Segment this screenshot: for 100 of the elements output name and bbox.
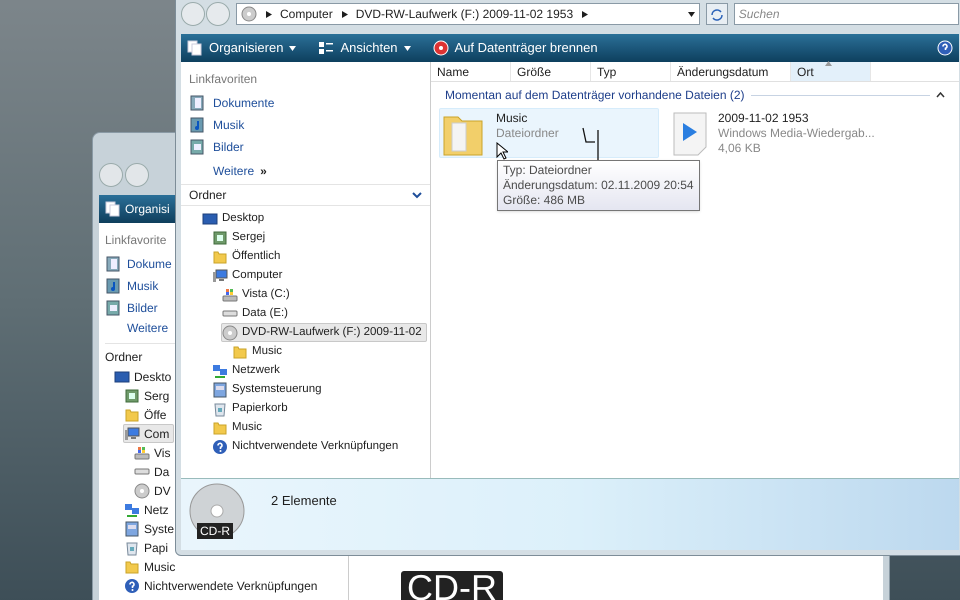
tree-item[interactable]: Öffe [123,405,172,424]
control-panel-icon [124,520,140,536]
disc-icon [222,324,238,340]
control-panel-icon [212,382,228,398]
tree-item[interactable]: Netzwerk [211,361,285,380]
tree-item[interactable]: Syste [123,519,180,538]
section-title: Linkfavoriten [189,71,258,88]
tree-item[interactable]: Nichtverwendete Verknüpfungen [211,437,404,456]
section-title: Ordner [189,187,226,204]
refresh-button[interactable] [706,3,728,25]
search-field[interactable]: Suchen [734,3,959,25]
help-icon[interactable] [937,40,953,56]
disc-icon [134,482,150,498]
toolbar-button[interactable]: Auf Datenträger brennen [454,38,598,58]
chevron-icon [340,10,348,18]
favorite-link[interactable]: Dokume [127,255,172,273]
pictures-icon [189,139,205,155]
tree-item[interactable]: Systemsteuerung [211,380,326,399]
documents-icon [105,256,121,272]
tooltip-line: Typ: Dateiordner [503,163,593,178]
section-title: Linkfavorite [105,233,166,247]
pages-icon [187,40,203,56]
double-chevron[interactable]: » [260,162,267,180]
tree-item[interactable]: Da [133,462,174,481]
file-name: Music [496,111,528,126]
address-bar[interactable]: Computer DVD-RW-Laufwerk (F:) 2009-11-02 1953 [236,3,700,25]
tree-item[interactable]: Music [211,418,268,437]
music-icon [189,117,205,133]
monitor-icon [114,368,130,384]
file-item[interactable]: Music Dateiordner [439,108,659,158]
help-icon [124,578,140,594]
favorite-link[interactable]: Musik [127,277,158,295]
help-icon [212,438,228,454]
views-icon [318,40,334,56]
tree-item[interactable]: Netz [123,500,174,519]
documents-icon [189,95,205,111]
breadcrumb[interactable]: Computer [280,5,333,23]
refresh-icon [710,8,724,22]
windows-drive-icon [222,286,238,302]
disc-icon [241,6,257,22]
favorite-link[interactable]: Dokumente [213,94,274,112]
tooltip-line: Änderungsdatum: 02.11.2009 20:54 [503,178,694,193]
music-icon [105,278,121,294]
media-file-icon [672,111,708,157]
pages-icon [105,201,121,217]
folder-icon [212,420,228,436]
column-header[interactable]: Typ [591,62,671,81]
tree-item[interactable]: Music [231,342,288,361]
sort-arrow-icon [825,60,832,67]
tree-item[interactable]: Serg [123,386,174,405]
favorite-link[interactable]: Musik [213,116,244,134]
chevron-icon [265,10,272,18]
tree-item[interactable]: Öffentlich [211,247,286,266]
favorite-link[interactable]: Bilder [127,299,158,317]
network-icon [124,502,140,518]
cursor-icon [496,142,508,160]
column-header[interactable]: Größe [511,62,591,81]
chevron-down-icon[interactable] [412,191,422,199]
tree-item[interactable]: Papi [123,538,174,557]
toolbar-button[interactable]: Organisi [125,200,170,218]
collapse-icon[interactable] [936,92,945,98]
tree-item[interactable]: Computer [211,266,288,285]
recycle-bin-icon [212,400,228,416]
burn-icon [432,40,449,56]
tree-item[interactable]: Nichtverwendete Verknüpfungen [123,576,322,595]
tree-item[interactable]: Vista (C:) [221,285,295,304]
tree-item[interactable]: DV [133,481,176,500]
computer-icon [124,426,140,442]
pictures-icon [105,300,121,316]
tree-item[interactable]: Deskto [113,367,176,386]
tree-item[interactable]: Desktop [201,209,270,228]
tree-item[interactable]: DVD-RW-Laufwerk (F:) 2009-11-02 [221,323,427,342]
item-count: 2 Elemente [271,492,337,510]
folder-icon [124,558,140,574]
chevron-icon [581,10,588,18]
column-header[interactable]: Name [431,62,511,81]
toolbar-button[interactable]: Ansichten [340,38,398,58]
tree-item[interactable]: Music [123,557,180,576]
folder-icon [212,248,228,264]
network-icon [212,362,228,378]
tree-item[interactable]: Com [123,424,174,443]
user-folder-icon [212,230,228,246]
file-item[interactable]: 2009-11-02 1953 Windows Media-Wiedergab... 4,06 KB [669,108,889,158]
favorite-link[interactable]: Bilder [213,138,244,156]
breadcrumb[interactable]: DVD-RW-Laufwerk (F:) 2009-11-02 1953 [356,5,574,23]
file-detail: Windows Media-Wiedergab... [718,126,875,141]
tree-item[interactable]: Papierkorb [211,399,293,418]
more-link[interactable]: Weitere [213,162,254,180]
computer-icon [212,268,228,284]
tree-item[interactable]: Sergej [211,228,270,247]
tree-item[interactable]: Data (E:) [221,304,294,323]
drive-icon [134,468,150,475]
file-detail: Dateiordner [496,126,559,141]
tree-item[interactable]: Vis [133,443,176,462]
drive-label: CD-R [197,523,233,539]
more-link[interactable]: Weitere [127,321,168,335]
file-name: 2009-11-02 1953 [718,111,810,126]
column-header[interactable]: Ort [791,62,871,81]
toolbar-button[interactable]: Organisieren [209,38,284,58]
group-header[interactable]: Momentan auf dem Datenträger vorhandene Dateien (2) [445,86,745,104]
